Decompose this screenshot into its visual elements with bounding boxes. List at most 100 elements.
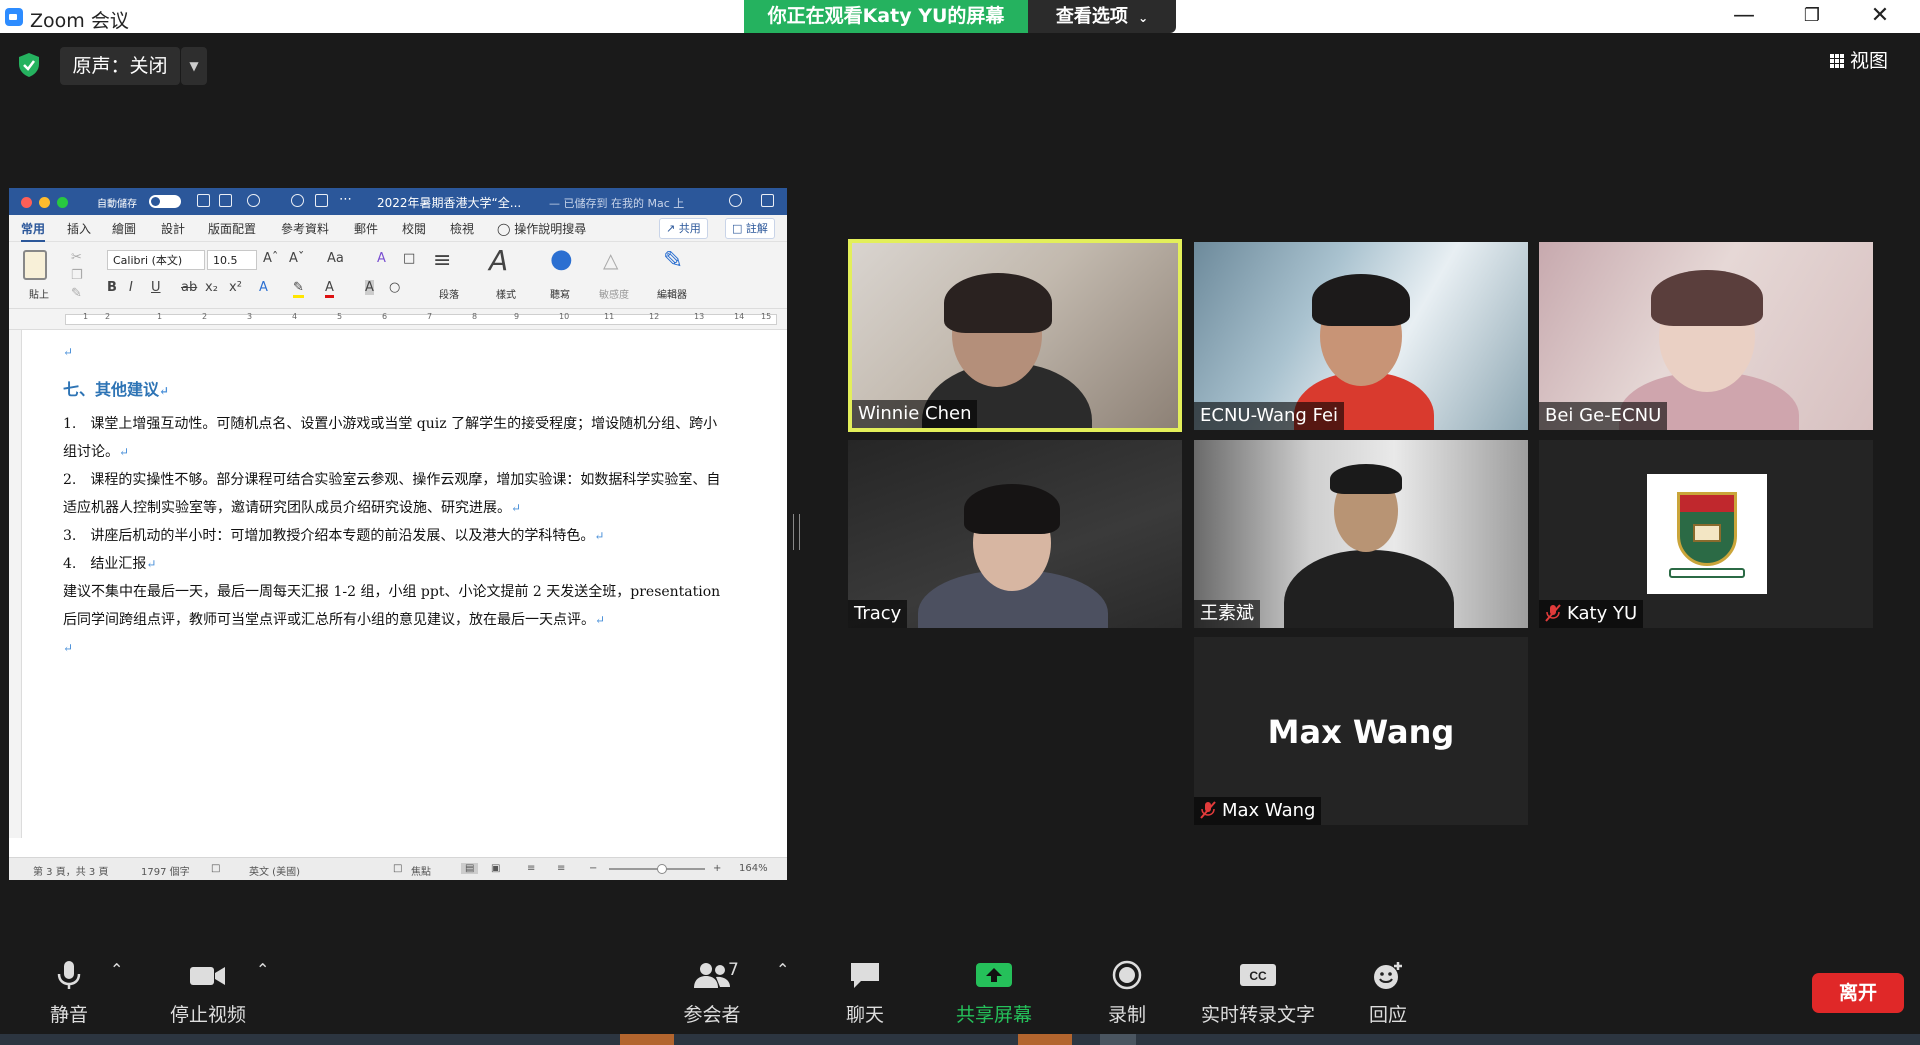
tab-design: 設計 (161, 222, 186, 236)
participant-video (1284, 550, 1454, 628)
video-options-caret[interactable]: ⌃ (256, 960, 269, 979)
live-transcript-label: 实时转录文字 (1200, 1004, 1315, 1026)
editor-label: 編輯器 (657, 290, 687, 301)
participant-name-tag: Winnie Chen (852, 400, 978, 428)
participants-label: 参会者 (683, 1004, 741, 1026)
taskbar-item[interactable] (1018, 1034, 1072, 1045)
participant-name: ECNU-Wang Fei (1200, 405, 1339, 426)
document-body: ↵ 七、其他建议 ↵ 1. 课堂上增强互动性。可随机点名、设置小游戏或当堂 qui… (63, 338, 731, 662)
caret-down-icon: ▼ (189, 59, 199, 73)
participants-options-caret[interactable]: ⌃ (776, 960, 789, 979)
live-transcript-button[interactable]: CC 实时转录文字 (1200, 960, 1316, 1027)
participant-name-tag: Katy YU (1539, 600, 1644, 628)
taskbar-item[interactable] (620, 1034, 674, 1045)
paragraph-text: 1. 课堂上增强互动性。可随机点名、设置小游戏或当堂 quiz 了解学生的接受程… (63, 416, 718, 460)
print-layout-icon: ▤ (461, 863, 479, 874)
participant-name-tag: Max Wang (1194, 797, 1322, 825)
share-screen-button[interactable]: 共享屏幕 (954, 960, 1034, 1027)
language-status: 英文 (美國) (249, 867, 300, 878)
doc-paragraph: 1. 课堂上增强互动性。可随机点名、设置小游戏或当堂 quiz 了解学生的接受程… (63, 410, 731, 466)
ruler-number: 11 (604, 312, 615, 321)
mic-muted-icon (1200, 801, 1216, 819)
zoom-level: 164% (739, 863, 768, 874)
ribbon-tabs: 常用 插入 繪圖 設計 版面配置 參考資料 郵件 校閱 檢視 ◯ 操作說明搜尋 … (9, 215, 787, 242)
chevron-down-icon: ⌄ (1138, 11, 1149, 25)
participant-name-tag: ECNU-Wang Fei (1194, 402, 1345, 430)
video-tile-katy-yu[interactable]: Katy YU (1539, 440, 1873, 628)
video-tile-max-wang[interactable]: Max Wang Max Wang (1194, 637, 1528, 825)
original-sound-button[interactable]: 原声：关闭 (60, 47, 180, 85)
autosave-toggle (149, 195, 181, 208)
horizontal-ruler: 1 2 1 2 3 4 5 6 7 8 9 10 11 12 13 14 15 (9, 309, 787, 330)
copy-icon: ❐ (71, 268, 83, 283)
zoom-in-icon: + (713, 863, 722, 874)
redo-icon (291, 194, 304, 207)
stop-video-button[interactable]: 停止视频 (168, 960, 248, 1027)
restore-button[interactable]: ❐ (1784, 0, 1840, 33)
ruler-number: 9 (514, 312, 520, 321)
undo-icon (247, 194, 260, 207)
paragraph-text: 4. 结业汇报 (63, 556, 147, 572)
hku-crest-image (1647, 474, 1767, 594)
audio-options-caret[interactable]: ⌃ (110, 960, 123, 979)
tab-review: 校閱 (402, 222, 427, 236)
autosave-label: 自動儲存 (97, 199, 137, 210)
minimize-button[interactable]: — (1716, 0, 1772, 33)
crest-book (1693, 524, 1721, 542)
participant-name: 王素斌 (1200, 603, 1254, 624)
video-tile-wang-subin[interactable]: 王素斌 (1194, 440, 1528, 628)
more-icon: ⋯ (339, 192, 352, 207)
clear-format-icon: A (377, 251, 386, 266)
record-button[interactable]: 录制 (1106, 960, 1148, 1027)
ruler-number: 5 (337, 312, 343, 321)
font-name-box: Calibri (本文) (107, 250, 205, 270)
screen-split-handle[interactable] (793, 514, 800, 550)
format-painter-icon: ✎ (71, 286, 82, 301)
tab-layout: 版面配置 (208, 222, 257, 236)
participant-hair (1651, 270, 1763, 326)
tab-view: 檢視 (450, 222, 475, 236)
participant-display-name: Max Wang (1267, 713, 1455, 751)
paragraph-text: 建议不集中在最后一天，最后一周每天汇报 1-2 组，小组 ppt、小论文提前 2… (63, 584, 721, 628)
participant-hair (964, 484, 1060, 534)
close-button[interactable]: ✕ (1852, 0, 1908, 33)
search-icon (729, 194, 742, 207)
encryption-shield-icon[interactable] (17, 52, 41, 78)
tab-mailings: 郵件 (354, 222, 379, 236)
video-tile-bei-ge-ecnu[interactable]: Bei Ge-ECNU (1539, 242, 1873, 430)
paragraph-mark-icon: ↵ (63, 345, 74, 359)
reactions-button[interactable]: 回应 (1366, 960, 1410, 1027)
heading-text: 七、其他建议 (63, 380, 160, 399)
participant-name: Tracy (854, 603, 902, 624)
viewing-screen-banner: 你正在观看Katy YU的屏幕 (744, 0, 1028, 33)
view-options-button[interactable]: 查看选项 ⌄ (1028, 0, 1176, 33)
shared-screen-word-window: 自動儲存 ⋯ 2022年暑期香港大学“全... — 已儲存到 在我的 Mac 上… (9, 188, 787, 880)
chat-button[interactable]: 聊天 (840, 960, 890, 1027)
participant-name-tag: Bei Ge-ECNU (1539, 402, 1668, 430)
closed-caption-icon: CC (1240, 964, 1276, 986)
superscript-icon: x² (229, 280, 242, 295)
document-page: ↵ 七、其他建议 ↵ 1. 课堂上增强互动性。可随机点名、设置小游戏或当堂 qui… (9, 330, 787, 838)
video-tile-winnie-chen[interactable]: Winnie Chen (848, 239, 1182, 432)
paragraph-mark-icon: ↵ (594, 529, 605, 543)
participants-button[interactable]: 7 参会者 (672, 960, 752, 1027)
taskbar-item[interactable] (1100, 1034, 1136, 1045)
ruler-number: 8 (472, 312, 478, 321)
video-tile-ecnu-wang-fei[interactable]: ECNU-Wang Fei (1194, 242, 1528, 430)
participant-name: Winnie Chen (858, 403, 972, 424)
original-sound-dropdown[interactable]: ▼ (181, 47, 207, 85)
share-label: 共用 (678, 222, 701, 235)
leave-button[interactable]: 离开 (1812, 973, 1904, 1013)
doc-paragraph: 2. 课程的实操性不够。部分课程可结合实验室云参观、操作云观摩，增加实验课：如数… (63, 466, 731, 522)
participants-icon (694, 963, 730, 988)
tab-home: 常用 (21, 220, 46, 242)
shrink-font-icon: Aˇ (289, 251, 305, 266)
highlight-icon: ✎ (293, 280, 304, 298)
mute-button[interactable]: 静音 (44, 960, 94, 1027)
view-layout-button[interactable]: 视图 (1830, 44, 1908, 78)
meeting-controls-bar: 静音 ⌃ 停止视频 ⌃ 7 参会者 ⌃ 聊天 共享屏幕 录制 CC 实时转录文字… (0, 948, 1920, 1045)
video-tile-tracy[interactable]: Tracy (848, 440, 1182, 628)
character-border-icon: □ (403, 251, 416, 266)
vertical-ruler (9, 330, 22, 838)
document-title: 2022年暑期香港大学“全... (377, 196, 522, 210)
